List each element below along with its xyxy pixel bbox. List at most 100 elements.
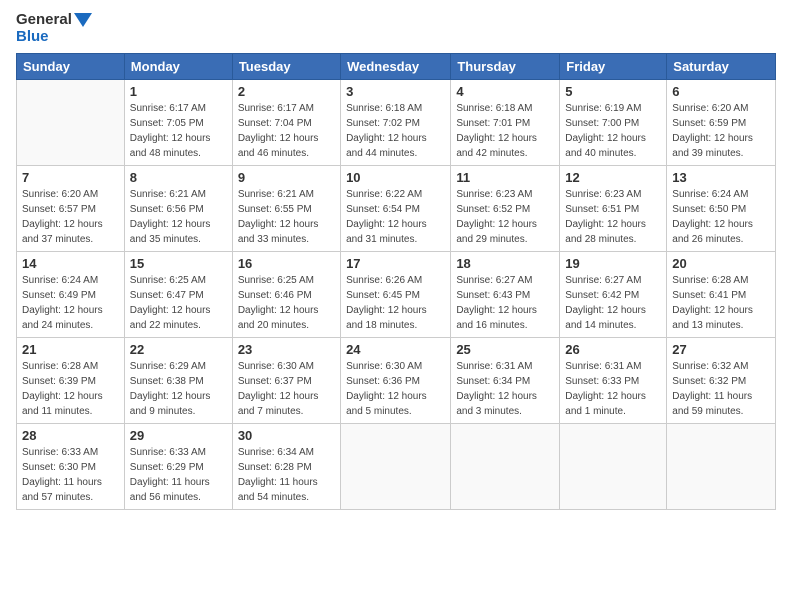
weekday-header-saturday: Saturday [667,54,776,80]
day-number: 29 [130,428,227,443]
calendar-table: SundayMondayTuesdayWednesdayThursdayFrid… [16,53,776,510]
day-info: Sunrise: 6:21 AMSunset: 6:56 PMDaylight:… [130,187,227,247]
day-info: Sunrise: 6:17 AMSunset: 7:05 PMDaylight:… [130,101,227,161]
calendar-cell: 11 Sunrise: 6:23 AMSunset: 6:52 PMDayligh… [451,166,560,252]
day-info: Sunrise: 6:28 AMSunset: 6:39 PMDaylight:… [22,359,119,419]
calendar-cell: 21 Sunrise: 6:28 AMSunset: 6:39 PMDayligh… [17,338,125,424]
day-number: 30 [238,428,335,443]
calendar-cell: 4Sunrise: 6:18 AMSunset: 7:01 PMDaylight… [451,80,560,166]
weekday-header-sunday: Sunday [17,54,125,80]
calendar-cell: 6 Sunrise: 6:20 AMSunset: 6:59 PMDaylight… [667,80,776,166]
day-info: Sunrise: 6:23 AMSunset: 6:52 PMDaylight:… [456,187,554,247]
day-number: 8 [130,170,227,185]
day-number: 2 [238,84,335,99]
calendar-cell: 9 Sunrise: 6:21 AMSunset: 6:55 PMDaylight… [232,166,340,252]
day-number: 11 [456,170,554,185]
calendar-cell: 10 Sunrise: 6:22 AMSunset: 6:54 PMDayligh… [341,166,451,252]
day-info: Sunrise: 6:33 AMSunset: 6:29 PMDaylight:… [130,445,227,505]
day-number: 9 [238,170,335,185]
day-number: 5 [565,84,661,99]
calendar-cell: 17 Sunrise: 6:26 AMSunset: 6:45 PMDayligh… [341,252,451,338]
calendar-cell: 1Sunrise: 6:17 AMSunset: 7:05 PMDaylight… [124,80,232,166]
day-info: Sunrise: 6:18 AMSunset: 7:02 PMDaylight:… [346,101,445,161]
calendar-cell: 27 Sunrise: 6:32 AMSunset: 6:32 PMDayligh… [667,338,776,424]
day-number: 10 [346,170,445,185]
day-number: 19 [565,256,661,271]
day-info: Sunrise: 6:30 AMSunset: 6:36 PMDaylight:… [346,359,445,419]
calendar-cell: 15 Sunrise: 6:25 AMSunset: 6:47 PMDayligh… [124,252,232,338]
calendar-cell: 20Sunrise: 6:28 AMSunset: 6:41 PMDayligh… [667,252,776,338]
day-number: 14 [22,256,119,271]
day-info: Sunrise: 6:30 AMSunset: 6:37 PMDaylight:… [238,359,335,419]
calendar-cell: 5 Sunrise: 6:19 AMSunset: 7:00 PMDaylight… [560,80,667,166]
calendar-cell: 13Sunrise: 6:24 AMSunset: 6:50 PMDayligh… [667,166,776,252]
logo: General Blue [16,12,92,45]
day-info: Sunrise: 6:32 AMSunset: 6:32 PMDaylight:… [672,359,770,419]
calendar-cell: 8 Sunrise: 6:21 AMSunset: 6:56 PMDaylight… [124,166,232,252]
calendar-cell: 29 Sunrise: 6:33 AMSunset: 6:29 PMDayligh… [124,424,232,510]
page-header: General Blue [16,12,776,45]
calendar-cell [341,424,451,510]
calendar-cell: 19 Sunrise: 6:27 AMSunset: 6:42 PMDayligh… [560,252,667,338]
weekday-header-friday: Friday [560,54,667,80]
day-info: Sunrise: 6:31 AMSunset: 6:33 PMDaylight:… [565,359,661,419]
weekday-header-tuesday: Tuesday [232,54,340,80]
day-number: 23 [238,342,335,357]
calendar-cell: 12 Sunrise: 6:23 AMSunset: 6:51 PMDayligh… [560,166,667,252]
day-info: Sunrise: 6:29 AMSunset: 6:38 PMDaylight:… [130,359,227,419]
day-number: 20 [672,256,770,271]
day-number: 21 [22,342,119,357]
day-info: Sunrise: 6:33 AMSunset: 6:30 PMDaylight:… [22,445,119,505]
logo-text: General Blue [16,12,92,45]
week-row-2: 7 Sunrise: 6:20 AMSunset: 6:57 PMDaylight… [17,166,776,252]
weekday-header-thursday: Thursday [451,54,560,80]
day-info: Sunrise: 6:18 AMSunset: 7:01 PMDaylight:… [456,101,554,161]
weekday-header-monday: Monday [124,54,232,80]
day-number: 26 [565,342,661,357]
calendar-cell [667,424,776,510]
week-row-3: 14 Sunrise: 6:24 AMSunset: 6:49 PMDayligh… [17,252,776,338]
day-info: Sunrise: 6:23 AMSunset: 6:51 PMDaylight:… [565,187,661,247]
day-info: Sunrise: 6:31 AMSunset: 6:34 PMDaylight:… [456,359,554,419]
calendar-cell: 30 Sunrise: 6:34 AMSunset: 6:28 PMDayligh… [232,424,340,510]
day-info: Sunrise: 6:24 AMSunset: 6:49 PMDaylight:… [22,273,119,333]
calendar-cell: 28Sunrise: 6:33 AMSunset: 6:30 PMDayligh… [17,424,125,510]
day-number: 27 [672,342,770,357]
calendar-cell: 24 Sunrise: 6:30 AMSunset: 6:36 PMDayligh… [341,338,451,424]
weekday-header-wednesday: Wednesday [341,54,451,80]
calendar-cell: 16Sunrise: 6:25 AMSunset: 6:46 PMDayligh… [232,252,340,338]
day-info: Sunrise: 6:20 AMSunset: 6:57 PMDaylight:… [22,187,119,247]
day-number: 15 [130,256,227,271]
day-number: 7 [22,170,119,185]
day-info: Sunrise: 6:27 AMSunset: 6:42 PMDaylight:… [565,273,661,333]
day-info: Sunrise: 6:27 AMSunset: 6:43 PMDaylight:… [456,273,554,333]
calendar-cell: 14 Sunrise: 6:24 AMSunset: 6:49 PMDayligh… [17,252,125,338]
day-info: Sunrise: 6:34 AMSunset: 6:28 PMDaylight:… [238,445,335,505]
calendar-cell: 3Sunrise: 6:18 AMSunset: 7:02 PMDaylight… [341,80,451,166]
calendar-cell [451,424,560,510]
day-info: Sunrise: 6:22 AMSunset: 6:54 PMDaylight:… [346,187,445,247]
week-row-4: 21 Sunrise: 6:28 AMSunset: 6:39 PMDayligh… [17,338,776,424]
day-number: 24 [346,342,445,357]
day-number: 18 [456,256,554,271]
calendar-cell: 22 Sunrise: 6:29 AMSunset: 6:38 PMDayligh… [124,338,232,424]
day-number: 6 [672,84,770,99]
day-number: 22 [130,342,227,357]
calendar-cell: 23 Sunrise: 6:30 AMSunset: 6:37 PMDayligh… [232,338,340,424]
day-info: Sunrise: 6:25 AMSunset: 6:47 PMDaylight:… [130,273,227,333]
calendar-cell [560,424,667,510]
week-row-5: 28Sunrise: 6:33 AMSunset: 6:30 PMDayligh… [17,424,776,510]
day-number: 25 [456,342,554,357]
week-row-1: 1Sunrise: 6:17 AMSunset: 7:05 PMDaylight… [17,80,776,166]
day-number: 16 [238,256,335,271]
day-info: Sunrise: 6:26 AMSunset: 6:45 PMDaylight:… [346,273,445,333]
weekday-header-row: SundayMondayTuesdayWednesdayThursdayFrid… [17,54,776,80]
calendar-cell: 25 Sunrise: 6:31 AMSunset: 6:34 PMDayligh… [451,338,560,424]
day-info: Sunrise: 6:20 AMSunset: 6:59 PMDaylight:… [672,101,770,161]
day-info: Sunrise: 6:21 AMSunset: 6:55 PMDaylight:… [238,187,335,247]
day-number: 17 [346,256,445,271]
day-info: Sunrise: 6:19 AMSunset: 7:00 PMDaylight:… [565,101,661,161]
calendar-cell: 2Sunrise: 6:17 AMSunset: 7:04 PMDaylight… [232,80,340,166]
day-number: 12 [565,170,661,185]
calendar-cell [17,80,125,166]
